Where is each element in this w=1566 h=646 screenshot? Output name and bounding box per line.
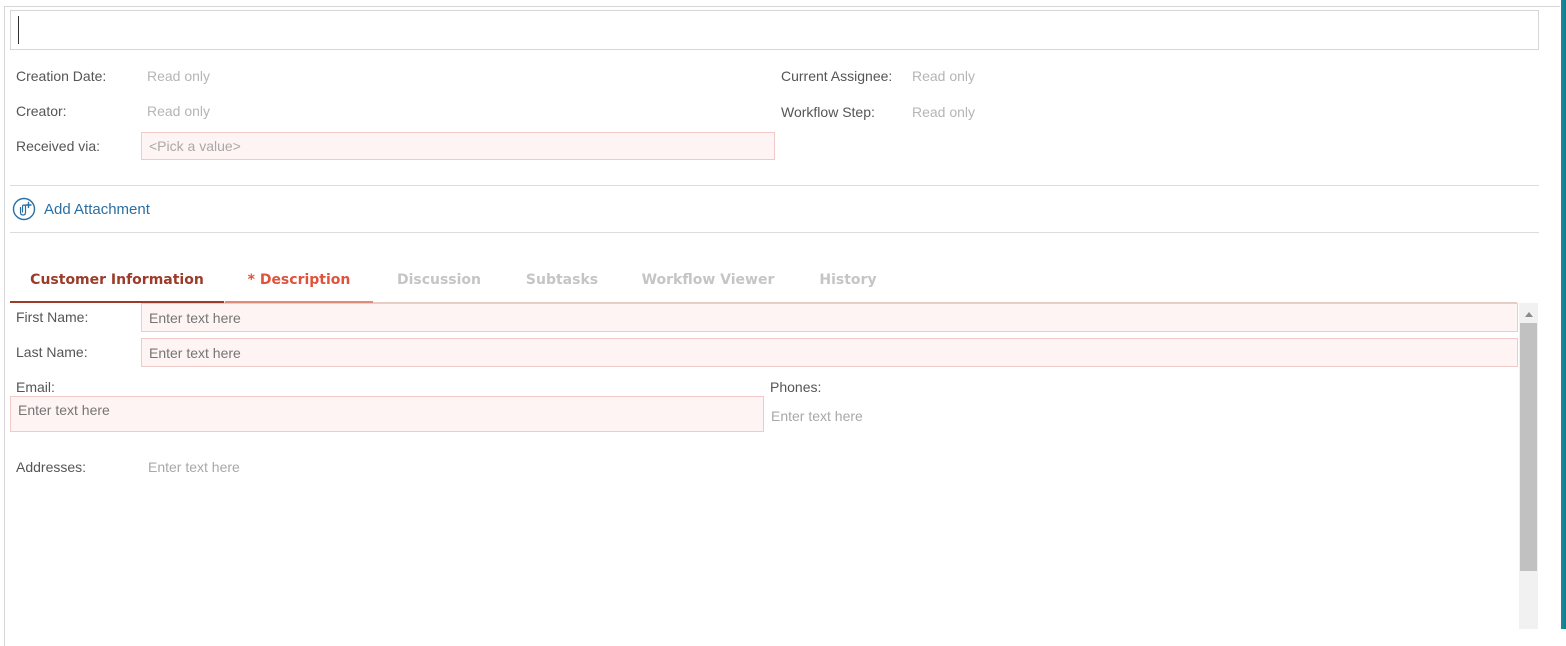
tab-subtasks[interactable]: Subtasks xyxy=(515,262,609,303)
tab-history[interactable]: History xyxy=(810,262,886,303)
creation-date-value: Read only xyxy=(147,68,211,84)
section-divider-bottom xyxy=(10,232,1539,233)
tab-description[interactable]: * Description xyxy=(225,262,373,303)
creator-value: Read only xyxy=(147,103,211,119)
received-via-label: Received via: xyxy=(16,138,101,154)
window-edge xyxy=(1560,0,1566,629)
tab-bar: Customer Information * Description Discu… xyxy=(10,262,1517,303)
last-name-label: Last Name: xyxy=(16,344,88,360)
first-name-label: First Name: xyxy=(16,309,89,325)
last-name-field[interactable] xyxy=(141,338,1518,367)
tab-customer-information[interactable]: Customer Information xyxy=(10,262,224,303)
vertical-scrollbar[interactable] xyxy=(1519,303,1538,629)
email-field[interactable] xyxy=(10,396,764,432)
email-label: Email: xyxy=(16,379,55,395)
tab-workflow-viewer[interactable]: Workflow Viewer xyxy=(636,262,780,303)
received-via-select[interactable]: <Pick a value> xyxy=(141,132,775,160)
first-name-field[interactable] xyxy=(141,303,1518,332)
tab-discussion[interactable]: Discussion xyxy=(385,262,493,303)
phones-field[interactable]: Enter text here xyxy=(771,408,863,424)
creator-label: Creator: xyxy=(16,103,67,119)
current-assignee-label: Current Assignee: xyxy=(781,68,893,84)
add-attachment-button[interactable]: Add Attachment xyxy=(12,197,150,221)
creation-date-label: Creation Date: xyxy=(16,68,107,84)
text-caret xyxy=(18,16,19,44)
scroll-thumb[interactable] xyxy=(1520,323,1537,571)
workflow-step-label: Workflow Step: xyxy=(781,104,875,120)
title-input[interactable] xyxy=(10,10,1539,50)
section-divider-top xyxy=(10,185,1539,186)
attachment-add-icon xyxy=(12,197,36,221)
current-assignee-value: Read only xyxy=(912,68,976,84)
workflow-step-value: Read only xyxy=(912,104,976,120)
addresses-label: Addresses: xyxy=(16,459,87,475)
phones-label: Phones: xyxy=(770,379,822,395)
add-attachment-label: Add Attachment xyxy=(44,200,150,218)
addresses-field[interactable]: Enter text here xyxy=(148,459,240,475)
scroll-up-arrow-icon[interactable] xyxy=(1519,305,1538,323)
